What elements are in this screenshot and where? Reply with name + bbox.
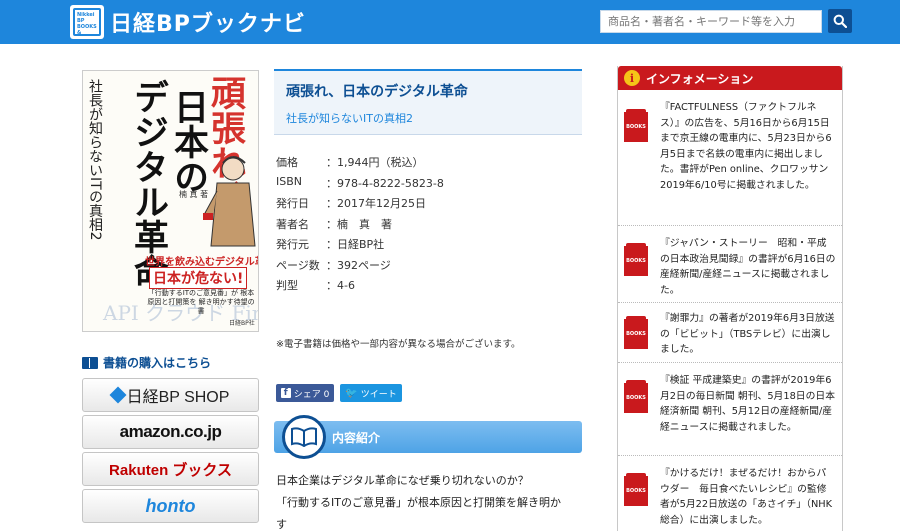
information-title: インフォメーション bbox=[646, 71, 754, 86]
shop-label: Rakuten ブックス bbox=[109, 461, 232, 479]
news-item[interactable]: BOOKS 『ジャパン・ストーリー 昭和・平成の日本政治見聞録』の書評が6月16… bbox=[618, 226, 842, 303]
cover-tagline-2: 日本が危ない! bbox=[149, 267, 248, 289]
books-icon: BOOKS bbox=[624, 316, 648, 349]
info-label: 判型 bbox=[276, 279, 298, 292]
info-row-pages: ページ数 ：392ページ bbox=[276, 257, 444, 278]
book-cover: API クラウド FinTech 頑張れ、 日本の デジタル革命 社長が知らない… bbox=[82, 70, 259, 332]
books-icon: BOOKS bbox=[624, 109, 648, 142]
info-value: ：日経BP社 bbox=[326, 238, 385, 251]
nikkeibp-icon bbox=[109, 386, 127, 404]
info-row-author: 著者名 ：楠 真 著 bbox=[276, 216, 444, 237]
facebook-icon: f bbox=[280, 388, 291, 398]
purchase-title-text: 書籍の購入はこちら bbox=[103, 356, 212, 370]
description-line: 日本企業はデジタル革命になぜ乗り切れないのか？ bbox=[276, 474, 529, 487]
info-label: 価格 bbox=[276, 156, 298, 169]
ebook-note: ※電子書籍は価格や一部内容が異なる場合がございます。 bbox=[276, 339, 521, 350]
site-logo[interactable]: Nikkei BP BOOKS & eBOOKS 日経BPブックナビ bbox=[70, 5, 306, 39]
info-value: ：978-4-8222-5823-8 bbox=[326, 176, 444, 190]
info-label: ISBN bbox=[276, 174, 303, 188]
information-panel: i インフォメーション BOOKS 『FACTFULNESS（ファクトフルネス）… bbox=[617, 66, 843, 531]
book-title: 頑張れ、日本のデジタル革命 bbox=[286, 84, 468, 100]
search-button[interactable] bbox=[828, 9, 852, 33]
books-icon: BOOKS bbox=[624, 473, 648, 506]
news-item[interactable]: BOOKS 『かけるだけ！まぜるだけ！おからパウダー 毎日食べたいレシピ』の監修… bbox=[618, 456, 842, 531]
info-row-size: 判型 ：4-6 bbox=[276, 277, 444, 298]
facebook-share-button[interactable]: f シェア 0 bbox=[276, 384, 334, 402]
info-row-price: 価格 ：1,944円（税込） bbox=[276, 154, 444, 175]
facebook-share-label: シェア 0 bbox=[293, 389, 330, 400]
books-icon: BOOKS bbox=[624, 243, 648, 276]
news-item[interactable]: BOOKS 『FACTFULNESS（ファクトフルネス）』の広告を、5月16日か… bbox=[618, 90, 842, 226]
open-book-icon bbox=[282, 415, 326, 459]
info-label: 発行元 bbox=[276, 238, 309, 251]
info-value: ：1,944円（税込） bbox=[326, 156, 424, 169]
info-label: 発行日 bbox=[276, 197, 309, 210]
cover-subtitle: 社長が知らないITの真相2 bbox=[87, 79, 103, 241]
news-text[interactable]: 『FACTFULNESS（ファクトフルネス）』の広告を、5月16日から6月15日… bbox=[660, 100, 836, 193]
book-description: 日本企業はデジタル革命になぜ乗り切れないのか？ 「行動するITのご意見番」が根本… bbox=[276, 470, 586, 531]
book-subtitle: 社長が知らないITの真相2 bbox=[286, 112, 413, 125]
info-row-date: 発行日 ：2017年12月25日 bbox=[276, 195, 444, 216]
book-icon bbox=[82, 356, 98, 369]
info-row-publisher: 発行元 ：日経BP社 bbox=[276, 236, 444, 257]
rakuten-button[interactable]: Rakuten ブックス bbox=[82, 452, 259, 486]
nikkeibp-shop-button[interactable]: 日経BP SHOP bbox=[82, 378, 259, 412]
site-header: Nikkei BP BOOKS & eBOOKS 日経BPブックナビ bbox=[0, 0, 900, 44]
twitter-share-button[interactable]: 🐦 ツイート bbox=[340, 384, 402, 402]
twitter-icon: 🐦 bbox=[345, 387, 358, 399]
info-value: ：楠 真 著 bbox=[326, 217, 392, 231]
news-item[interactable]: BOOKS 『謝罪力』の著者が2019年6月3日放送の「ビビット」（TBSテレビ… bbox=[618, 303, 842, 363]
cover-illustration bbox=[203, 156, 256, 247]
cover-publisher: 日経BP社 bbox=[229, 320, 255, 327]
cover-tagline-3: 「行動するITのご意見番」が 根本原因と打開策を 解き明かす待望の書 bbox=[147, 289, 255, 315]
news-text[interactable]: 『ジャパン・ストーリー 昭和・平成の日本政治見聞録』の書評が6月16日の産経新聞… bbox=[660, 236, 836, 298]
purchase-title: 書籍の購入はこちら bbox=[82, 354, 211, 371]
shop-label: amazon.co.jp bbox=[119, 422, 222, 441]
content-intro-header: 内容紹介 bbox=[274, 415, 582, 459]
info-icon: i bbox=[624, 70, 640, 86]
info-row-isbn: ISBN ：978-4-8222-5823-8 bbox=[276, 175, 444, 196]
logo-badge-text: Nikkei BP BOOKS & eBOOKS bbox=[73, 8, 101, 36]
info-value: ：2017年12月25日 bbox=[326, 197, 426, 210]
description-line: 「行動するITのご意見番」が根本原因と打開策を解き明か bbox=[276, 496, 561, 509]
search-icon bbox=[833, 14, 847, 28]
information-header: i インフォメーション bbox=[618, 66, 842, 90]
cover-tagline-1: 世界を飲み込むデジタル革命、 bbox=[145, 257, 258, 268]
news-text[interactable]: 『検証 平成建築史』の書評が2019年6月2日の毎日新聞 朝刊、5月18日の日本… bbox=[660, 373, 836, 435]
honto-button[interactable]: honto bbox=[82, 489, 259, 523]
news-item[interactable]: BOOKS 『検証 平成建築史』の書評が2019年6月2日の毎日新聞 朝刊、5月… bbox=[618, 363, 842, 456]
info-label: 著者名 bbox=[276, 217, 309, 231]
news-text[interactable]: 『かけるだけ！まぜるだけ！おからパウダー 毎日食べたいレシピ』の監修者が5月22… bbox=[660, 466, 836, 528]
description-line: す bbox=[276, 518, 287, 531]
shop-label: honto bbox=[145, 495, 196, 516]
shop-label: 日経BP SHOP bbox=[126, 389, 230, 406]
logo-badge: Nikkei BP BOOKS & eBOOKS bbox=[70, 5, 104, 39]
info-label: ページ数 bbox=[276, 258, 320, 272]
book-title-box: 頑張れ、日本のデジタル革命 社長が知らないITの真相2 bbox=[274, 69, 582, 135]
info-value: ：4-6 bbox=[326, 279, 355, 292]
content-intro-title: 内容紹介 bbox=[332, 431, 381, 445]
book-info-table: 価格 ：1,944円（税込） ISBN ：978-4-8222-5823-8 発… bbox=[276, 154, 444, 298]
info-value: ：392ページ bbox=[326, 258, 391, 272]
cover-title-line1: 日本の bbox=[168, 89, 209, 194]
logo-text: 日経BPブックナビ bbox=[110, 12, 306, 37]
search-input[interactable] bbox=[600, 10, 822, 33]
twitter-share-label: ツイート bbox=[360, 389, 397, 400]
news-text[interactable]: 『謝罪力』の著者が2019年6月3日放送の「ビビット」（TBSテレビ）に出演しま… bbox=[660, 311, 836, 358]
amazon-button[interactable]: amazon.co.jp bbox=[82, 415, 259, 449]
books-icon: BOOKS bbox=[624, 380, 648, 413]
